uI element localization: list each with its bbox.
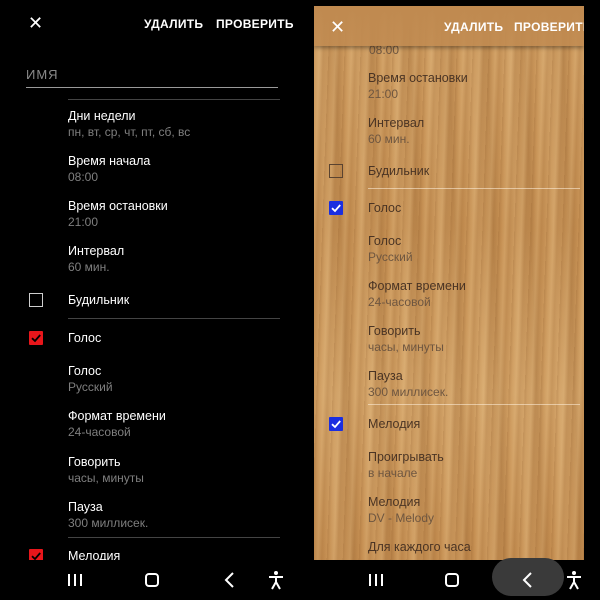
top-bar: ✕ УДАЛИТЬ ПРОВЕРИТЬ [0, 0, 300, 46]
each-hour-setting[interactable]: Для каждого часа [368, 539, 578, 555]
setting-title: Формат времени [68, 409, 166, 423]
setting-value: 300 миллисек. [68, 516, 149, 530]
setting-title: Пауза [368, 369, 403, 383]
setting-value: часы, минуты [68, 471, 144, 485]
back-icon[interactable] [218, 569, 242, 591]
close-icon[interactable]: ✕ [330, 18, 345, 36]
home-icon[interactable] [140, 569, 164, 591]
delete-button[interactable]: УДАЛИТЬ [444, 20, 503, 34]
alarm-label: Будильник [68, 293, 130, 307]
setting-value: часы, минуты [368, 340, 444, 354]
divider [68, 99, 280, 100]
recents-icon[interactable] [364, 569, 388, 591]
setting-value: DV - Melody [368, 511, 435, 525]
voice-setting[interactable]: Голос Русский [368, 233, 578, 265]
setting-value: Русский [68, 380, 113, 394]
settings-screen-dark: ✕ УДАЛИТЬ ПРОВЕРИТЬ Дни недели пн, вт, с… [0, 0, 300, 600]
setting-value: 21:00 [68, 215, 99, 229]
alarm-toggle-row[interactable]: Будильник [0, 286, 300, 314]
setting-value: 24-часовой [68, 425, 131, 439]
setting-title: Время остановки [68, 199, 168, 213]
home-icon[interactable] [440, 569, 464, 591]
setting-value: 60 мин. [68, 260, 110, 274]
voice-setting[interactable]: Голос Русский [68, 363, 278, 395]
setting-title: Интервал [68, 244, 125, 258]
stop-time-setting[interactable]: Время остановки 21:00 [68, 198, 278, 230]
alarm-checkbox[interactable] [29, 293, 43, 307]
setting-title: Интервал [368, 116, 425, 130]
delete-button[interactable]: УДАЛИТЬ [144, 17, 203, 31]
setting-value: 300 миллисек. [368, 385, 449, 399]
divider [68, 537, 280, 538]
recents-icon[interactable] [63, 569, 87, 591]
setting-title: Время начала [68, 154, 151, 168]
setting-title: Пауза [68, 500, 103, 514]
divider [68, 318, 280, 319]
play-setting[interactable]: Проигрывать в начале [368, 449, 578, 481]
melody-checkbox[interactable] [329, 417, 343, 431]
setting-title: Для каждого часа [368, 540, 471, 554]
check-icon [331, 420, 341, 429]
setting-title: Время остановки [368, 71, 468, 85]
wood-background: 08:00 Время остановки 21:00 Интервал 60 … [314, 6, 584, 560]
setting-value: 21:00 [368, 87, 399, 101]
interval-setting[interactable]: Интервал 60 мин. [68, 243, 278, 275]
pause-setting[interactable]: Пауза 300 миллисек. [68, 499, 278, 531]
alarm-label: Будильник [368, 164, 430, 178]
check-button[interactable]: ПРОВЕРИТЬ [514, 20, 584, 34]
stop-time-setting[interactable]: Время остановки 21:00 [368, 70, 578, 102]
voice-checkbox[interactable] [29, 331, 43, 345]
check-button[interactable]: ПРОВЕРИТЬ [216, 17, 294, 31]
divider [368, 188, 580, 189]
speak-setting[interactable]: Говорить часы, минуты [368, 323, 578, 355]
setting-title: Мелодия [368, 495, 421, 509]
setting-title: Голос [68, 364, 102, 378]
check-icon [31, 334, 41, 343]
accessibility-icon[interactable] [562, 569, 586, 591]
voice-toggle-row[interactable]: Голос [314, 194, 584, 222]
top-bar: ✕ УДАЛИТЬ ПРОВЕРИТЬ [314, 6, 584, 46]
weekdays-setting[interactable]: Дни недели пн, вт, ср, чт, пт, сб, вс [68, 108, 278, 140]
setting-title: Говорить [68, 455, 121, 469]
time-format-setting[interactable]: Формат времени 24-часовой [68, 408, 278, 440]
setting-title: Дни недели [68, 109, 136, 123]
setting-value: 60 мин. [368, 132, 410, 146]
melody-toggle-row[interactable]: Мелодия [314, 410, 584, 438]
setting-value: 24-часовой [368, 295, 431, 309]
accessibility-icon[interactable] [264, 569, 288, 591]
speak-setting[interactable]: Говорить часы, минуты [68, 454, 278, 486]
setting-title: Формат времени [368, 279, 466, 293]
setting-title: Голос [368, 234, 402, 248]
melody-setting[interactable]: Мелодия DV - Melody [368, 494, 578, 526]
pause-setting[interactable]: Пауза 300 миллисек. [368, 368, 578, 400]
melody-label: Мелодия [368, 417, 421, 431]
setting-value: пн, вт, ср, чт, пт, сб, вс [68, 125, 191, 139]
setting-title: Говорить [368, 324, 421, 338]
setting-value: 08:00 [68, 170, 99, 184]
name-input[interactable] [26, 62, 278, 88]
system-nav-bar [300, 560, 600, 600]
voice-label: Голос [368, 201, 402, 215]
system-nav-bar [0, 560, 300, 600]
time-format-setting[interactable]: Формат времени 24-часовой [368, 278, 578, 310]
voice-label: Голос [68, 331, 102, 345]
setting-value: в начале [368, 466, 418, 480]
back-icon[interactable] [516, 569, 540, 591]
setting-value: Русский [368, 250, 413, 264]
check-icon [331, 204, 341, 213]
interval-setting[interactable]: Интервал 60 мин. [368, 115, 578, 147]
alarm-checkbox[interactable] [329, 164, 343, 178]
voice-toggle-row[interactable]: Голос [0, 324, 300, 352]
voice-checkbox[interactable] [329, 201, 343, 215]
setting-title: Проигрывать [368, 450, 444, 464]
alarm-toggle-row[interactable]: Будильник [314, 157, 584, 185]
close-icon[interactable]: ✕ [28, 14, 43, 32]
start-time-setting[interactable]: Время начала 08:00 [68, 153, 278, 185]
settings-screen-wood: 08:00 Время остановки 21:00 Интервал 60 … [300, 0, 600, 600]
divider [368, 404, 580, 405]
